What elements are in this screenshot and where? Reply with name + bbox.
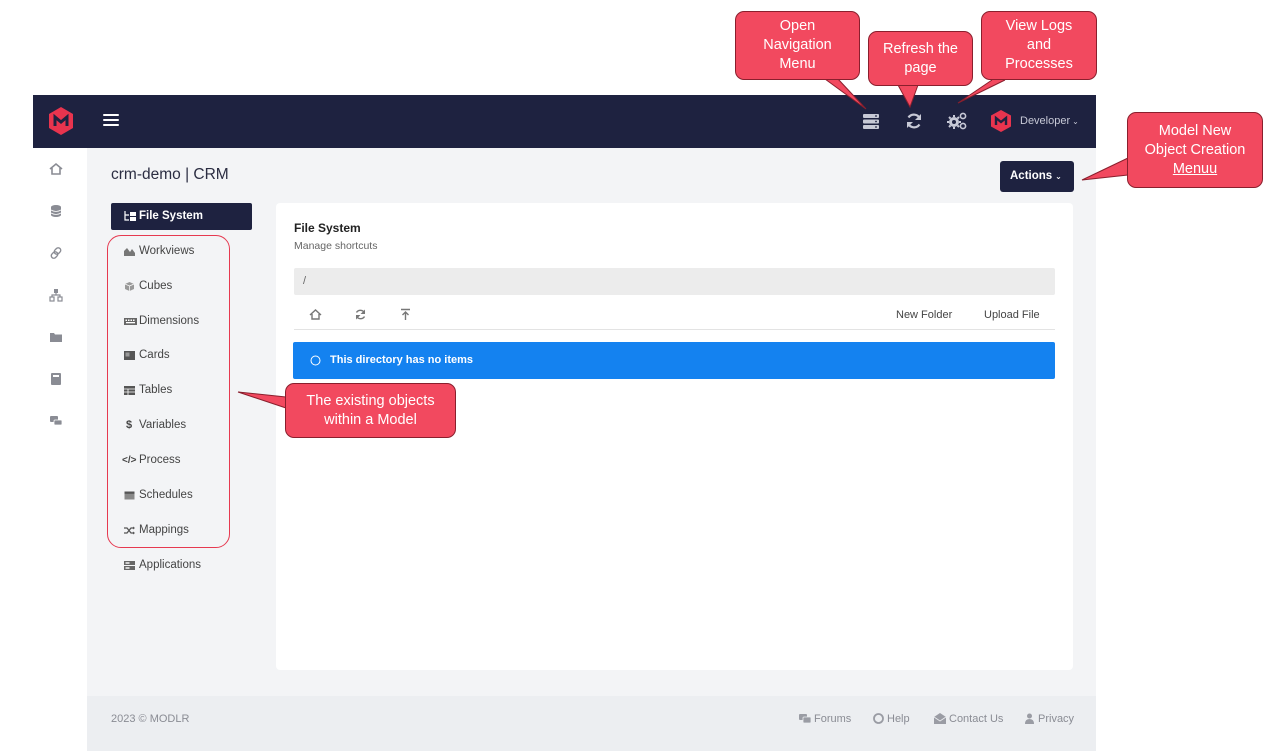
folder-icon[interactable] bbox=[49, 330, 63, 344]
chevron-down-icon: ⌄ bbox=[1055, 172, 1062, 181]
screen: Developer ⌄ crm-demo | CRM Actions ⌄ File … bbox=[0, 0, 1275, 751]
callout-line: Processes bbox=[1005, 56, 1073, 72]
nav-item-label: File System bbox=[139, 210, 203, 222]
footer-link-label: Privacy bbox=[1038, 713, 1075, 725]
footer-link-forums[interactable]: Forums bbox=[799, 713, 851, 725]
logs-processes-icon[interactable] bbox=[946, 110, 968, 132]
callout-model-new-object: Model New Object Creation Menuu bbox=[1127, 112, 1263, 188]
callout-line: The existing objects bbox=[306, 392, 435, 409]
applications-icon bbox=[124, 561, 135, 570]
nav-item-file-system[interactable]: File System bbox=[111, 203, 252, 230]
modlr-logo[interactable] bbox=[47, 106, 75, 136]
alert-message: This directory has no items bbox=[330, 354, 474, 366]
callout-line: Refresh the bbox=[883, 40, 958, 57]
top-navbar: Developer ⌄ bbox=[33, 95, 1096, 148]
refresh-icon[interactable] bbox=[903, 110, 925, 132]
user-name-label: Developer bbox=[1020, 115, 1071, 127]
page-title: crm-demo | CRM bbox=[111, 166, 229, 183]
upload-file-button[interactable]: Upload File bbox=[984, 309, 1040, 321]
callout-refresh: Refresh the page bbox=[868, 31, 973, 86]
user-menu[interactable]: Developer ⌄ bbox=[1020, 115, 1079, 127]
forums-icon bbox=[799, 714, 812, 724]
existing-objects-highlight bbox=[107, 235, 230, 548]
copyright: 2023 © MODLR bbox=[111, 713, 190, 725]
path-breadcrumb[interactable]: / bbox=[294, 268, 1055, 295]
panel-title: File System bbox=[294, 221, 361, 235]
refresh-icon[interactable] bbox=[354, 308, 367, 321]
icon-rail bbox=[33, 148, 87, 751]
file-system-icon bbox=[124, 211, 136, 221]
callout-existing-objects: The existing objects within a Model bbox=[285, 383, 456, 438]
database-icon[interactable] bbox=[49, 204, 63, 218]
chat-icon[interactable] bbox=[49, 414, 63, 428]
home-icon[interactable] bbox=[49, 162, 63, 176]
footer-link-label: Contact Us bbox=[949, 713, 1004, 725]
footer-link-label: Forums bbox=[814, 713, 852, 725]
callout-view-logs: View Logs and Processes bbox=[981, 11, 1097, 80]
navigation-menu-icon[interactable] bbox=[860, 110, 882, 132]
user-avatar[interactable] bbox=[990, 109, 1012, 133]
footer-link-contact[interactable]: Contact Us bbox=[933, 713, 1004, 725]
home-icon[interactable] bbox=[309, 308, 322, 321]
footer-link-privacy[interactable]: Privacy bbox=[1024, 713, 1074, 725]
callout-line: within a Model bbox=[324, 411, 417, 428]
actions-button[interactable]: Actions ⌄ bbox=[1000, 161, 1074, 192]
callout-line: Object Creation bbox=[1144, 141, 1246, 158]
nav-item-label: Applications bbox=[139, 559, 202, 571]
nav-item-applications[interactable]: Applications bbox=[111, 552, 252, 579]
hierarchy-icon[interactable] bbox=[49, 288, 63, 302]
footer-link-help[interactable]: Help bbox=[873, 713, 910, 725]
new-folder-button[interactable]: New Folder bbox=[896, 309, 952, 321]
callout-line: and bbox=[1026, 37, 1052, 53]
callout-line: page bbox=[904, 59, 937, 76]
actions-label: Actions bbox=[1010, 170, 1053, 182]
chevron-down-icon: ⌄ bbox=[1072, 117, 1079, 126]
panel-subtitle: Manage shortcuts bbox=[294, 240, 378, 252]
callout-line: Model New bbox=[1158, 122, 1232, 139]
upload-arrow-icon[interactable] bbox=[399, 308, 412, 321]
callout-line: Menuu bbox=[1172, 160, 1218, 177]
book-icon[interactable] bbox=[49, 372, 63, 386]
link-icon[interactable] bbox=[49, 246, 63, 260]
empty-directory-alert: This directory has no items bbox=[293, 342, 1055, 379]
hamburger-menu-icon[interactable] bbox=[103, 114, 119, 128]
callout-line: Menu bbox=[779, 56, 816, 72]
privacy-icon bbox=[1025, 713, 1034, 724]
callout-line: View Logs bbox=[1005, 18, 1073, 34]
callout-line: Open bbox=[779, 18, 816, 34]
divider bbox=[294, 329, 1055, 330]
contact-icon bbox=[933, 713, 947, 724]
info-icon bbox=[310, 355, 321, 366]
callout-open-navigation: Open Navigation Menu bbox=[735, 11, 860, 80]
footer-link-label: Help bbox=[887, 713, 910, 725]
help-icon bbox=[873, 713, 884, 724]
callout-line: Navigation bbox=[763, 37, 832, 53]
